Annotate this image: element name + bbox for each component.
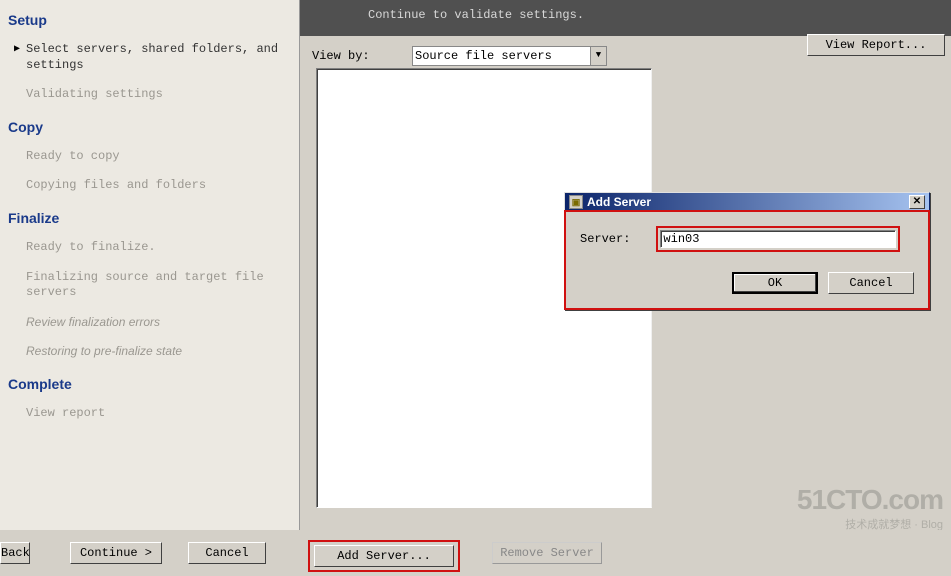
dialog-title: Add Server	[587, 195, 651, 209]
chevron-down-icon[interactable]: ▼	[590, 47, 606, 65]
step-label: Finalizing source and target file server…	[26, 270, 295, 301]
step-label: Review finalization errors	[26, 315, 295, 331]
step-label: Validating settings	[26, 87, 295, 103]
step-label: View report	[26, 406, 295, 422]
server-label: Server:	[580, 232, 630, 246]
step-ready-copy: Ready to copy	[4, 145, 295, 175]
step-finalizing: Finalizing source and target file server…	[4, 266, 295, 311]
close-icon[interactable]: ✕	[909, 195, 925, 209]
cancel-wizard-button[interactable]: Cancel	[188, 542, 266, 564]
ok-button[interactable]: OK	[732, 272, 818, 294]
step-review-errors: Review finalization errors	[4, 311, 295, 341]
step-ready-finalize: Ready to finalize.	[4, 236, 295, 266]
dialog-icon: ▣	[569, 195, 583, 209]
section-finalize-title: Finalize	[8, 210, 291, 226]
step-label: Copying files and folders	[26, 178, 295, 194]
instruction-header: Continue to validate settings.	[300, 0, 951, 36]
bottom-button-bar: Back Continue > Cancel Add Server... Rem…	[0, 530, 951, 576]
step-restoring: Restoring to pre-finalize state	[4, 340, 295, 370]
step-copying: Copying files and folders	[4, 174, 295, 204]
main-panel: Continue to validate settings. View by: …	[300, 0, 951, 576]
step-label: Restoring to pre-finalize state	[26, 344, 295, 360]
step-label: Select servers, shared folders, and sett…	[26, 42, 295, 73]
wizard-sidebar: Setup ▶ Select servers, shared folders, …	[0, 0, 300, 576]
step-select-servers[interactable]: ▶ Select servers, shared folders, and se…	[4, 38, 295, 83]
section-setup-title: Setup	[8, 12, 291, 28]
dialog-titlebar[interactable]: ▣ Add Server ✕	[565, 193, 929, 211]
step-label: Ready to finalize.	[26, 240, 295, 256]
step-view-report: View report	[4, 402, 295, 432]
continue-button[interactable]: Continue >	[70, 542, 162, 564]
view-by-select[interactable]: Source file servers	[413, 47, 590, 65]
cancel-button[interactable]: Cancel	[828, 272, 914, 294]
view-by-dropdown[interactable]: Source file servers ▼	[412, 46, 607, 66]
view-report-button[interactable]: View Report...	[807, 34, 945, 56]
section-copy-title: Copy	[8, 119, 291, 135]
add-server-button[interactable]: Add Server...	[314, 545, 454, 567]
add-server-dialog: ▣ Add Server ✕ Server: OK Cancel	[564, 192, 930, 310]
remove-server-button: Remove Server	[492, 542, 602, 564]
step-validating: Validating settings	[4, 83, 295, 113]
section-complete-title: Complete	[8, 376, 291, 392]
back-button[interactable]: Back	[0, 542, 30, 564]
current-step-arrow-icon: ▶	[14, 43, 26, 55]
server-input[interactable]	[660, 230, 896, 248]
instruction-text: Continue to validate settings.	[320, 8, 584, 22]
view-by-label: View by:	[312, 49, 412, 63]
step-label: Ready to copy	[26, 149, 295, 165]
